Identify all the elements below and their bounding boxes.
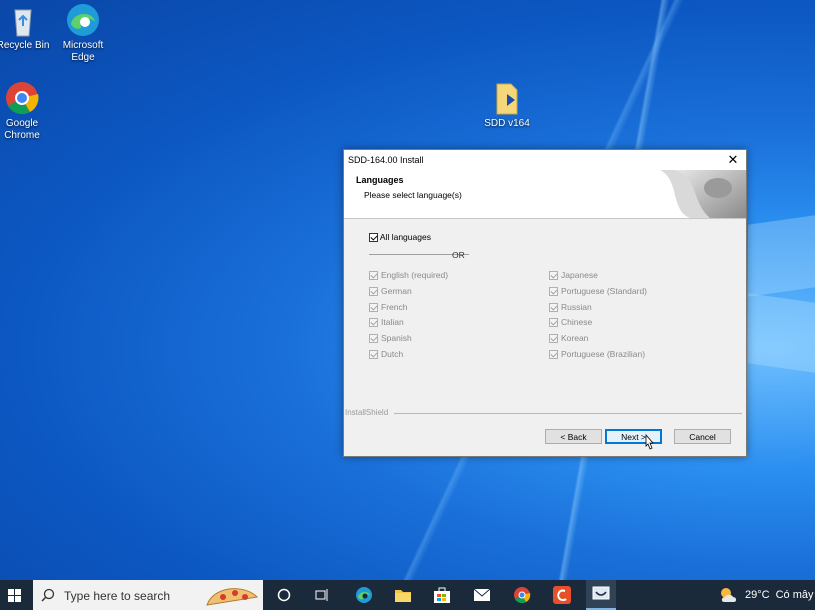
language-option[interactable]: Dutch — [369, 349, 404, 360]
dialog-titlebar[interactable]: SDD-164.00 Install ✕ — [344, 150, 746, 170]
header-title: Languages — [356, 175, 404, 185]
edge-icon — [65, 2, 101, 38]
language-label: Portuguese (Standard) — [561, 286, 647, 296]
desktop-icon-label: Microsoft Edge — [62, 40, 104, 63]
language-label: Portuguese (Brazilian) — [561, 349, 646, 359]
desktop-icon-label: SDD v164 — [484, 118, 530, 129]
language-option[interactable]: Spanish — [369, 333, 412, 344]
language-label: Dutch — [381, 349, 404, 359]
wallpaper-logo-pane — [748, 293, 815, 373]
language-checkbox[interactable] — [369, 271, 378, 281]
header-subtitle: Please select language(s) — [364, 190, 462, 200]
store-icon — [434, 587, 450, 603]
search-placeholder: Type here to search — [64, 589, 171, 603]
taskbar: Type here to search 29°C Có mây — [0, 580, 815, 610]
language-label: Spanish — [381, 333, 412, 343]
task-view-button-2[interactable] — [308, 580, 336, 610]
language-checkbox[interactable] — [549, 350, 558, 360]
installshield-brand: InstallShield — [345, 408, 389, 417]
search-highlight-pizza-icon — [206, 588, 259, 606]
language-label: French — [381, 302, 408, 312]
language-checkbox[interactable] — [369, 318, 378, 328]
language-option[interactable]: English (required) — [369, 270, 449, 281]
mail-icon — [473, 588, 491, 601]
language-option[interactable]: Italian — [369, 317, 404, 328]
taskbar-mail[interactable] — [468, 580, 496, 610]
language-option[interactable]: German — [369, 286, 412, 297]
back-button[interactable]: < Back — [545, 429, 602, 444]
language-option[interactable]: French — [369, 302, 408, 313]
language-checkbox[interactable] — [549, 303, 558, 313]
language-option[interactable]: Japanese — [549, 270, 598, 281]
language-label: Japanese — [561, 270, 598, 280]
cortana-icon — [277, 588, 291, 602]
task-view-button[interactable] — [272, 580, 296, 610]
dialog-header: Languages Please select language(s) — [344, 170, 746, 219]
cancel-button[interactable]: Cancel — [674, 429, 731, 444]
footer-divider — [394, 413, 742, 414]
language-option[interactable]: Russian — [549, 302, 592, 313]
all-languages-label: All languages — [379, 232, 431, 242]
installshield-banner-icon — [660, 170, 746, 218]
desktop-icon-chrome[interactable]: Google Chrome — [0, 80, 52, 142]
taskbar-chrome[interactable] — [508, 580, 536, 610]
installer-icon — [592, 586, 610, 600]
language-label: Chinese — [561, 317, 593, 327]
all-languages-option[interactable]: All languages — [369, 232, 431, 243]
weather-cloud-sun-icon — [721, 588, 737, 602]
weather-widget[interactable]: 29°C Có mây — [718, 580, 815, 610]
chrome-icon — [514, 587, 531, 604]
language-option[interactable]: Portuguese (Standard) — [549, 286, 647, 297]
folder-icon — [395, 590, 411, 602]
taskbar-installer-active[interactable] — [586, 580, 616, 610]
desktop-icon-label: Recycle Bin — [0, 40, 50, 51]
language-option[interactable]: Korean — [549, 333, 589, 344]
language-checkbox[interactable] — [369, 334, 378, 344]
folder-icon — [489, 80, 525, 116]
wallpaper-logo-pane — [748, 215, 815, 297]
task-view-icon — [315, 589, 328, 601]
all-languages-checkbox[interactable] — [369, 233, 378, 243]
taskbar-edge[interactable] — [350, 580, 378, 610]
language-option[interactable]: Chinese — [549, 317, 593, 328]
language-checkbox[interactable] — [369, 350, 378, 360]
edge-icon — [356, 587, 372, 603]
desktop-icon-label: Google Chrome — [4, 118, 40, 141]
taskbar-app-c[interactable] — [548, 580, 576, 610]
language-label: German — [381, 286, 412, 296]
or-label: OR — [452, 250, 465, 260]
language-label: Italian — [381, 317, 404, 327]
language-checkbox[interactable] — [549, 334, 558, 344]
language-checkbox[interactable] — [369, 303, 378, 313]
desktop-icon-recycle-bin[interactable]: Recycle Bin — [0, 2, 53, 52]
start-button[interactable] — [0, 580, 28, 610]
mouse-cursor-icon — [645, 434, 654, 450]
language-checkbox[interactable] — [549, 271, 558, 281]
close-icon[interactable]: ✕ — [726, 152, 740, 168]
app-c-icon — [553, 586, 571, 604]
language-label: Russian — [561, 302, 592, 312]
install-dialog: SDD-164.00 Install ✕ Languages Please se… — [343, 149, 747, 457]
language-label: English (required) — [381, 270, 449, 280]
language-option[interactable]: Portuguese (Brazilian) — [549, 349, 646, 360]
taskbar-store[interactable] — [428, 580, 456, 610]
chrome-icon — [4, 80, 40, 116]
dialog-title: SDD-164.00 Install — [348, 155, 424, 165]
desktop-icon-sdd-folder[interactable]: SDD v164 — [477, 80, 537, 130]
language-checkbox[interactable] — [549, 287, 558, 297]
windows-icon — [7, 588, 21, 602]
desktop-icon-edge[interactable]: Microsoft Edge — [53, 2, 113, 64]
weather-text: Có mây — [775, 589, 814, 601]
language-checkbox[interactable] — [549, 318, 558, 328]
recycle-bin-icon — [5, 2, 41, 38]
language-label: Korean — [561, 333, 589, 343]
taskbar-file-explorer[interactable] — [389, 580, 417, 610]
search-box[interactable]: Type here to search — [33, 580, 263, 610]
search-icon — [41, 588, 55, 602]
weather-temp: 29°C — [745, 589, 770, 601]
language-checkbox[interactable] — [369, 287, 378, 297]
